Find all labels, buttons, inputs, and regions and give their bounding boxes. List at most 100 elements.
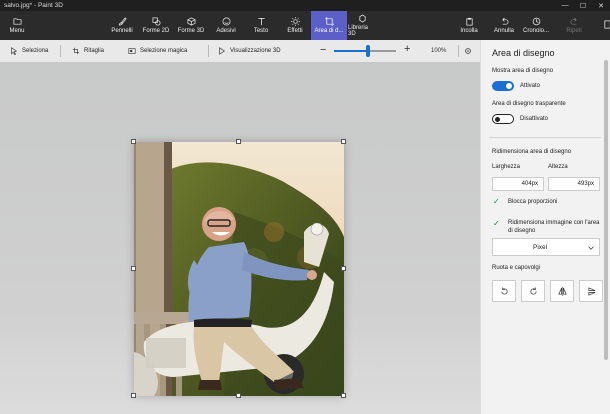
zoom-in-button[interactable]: + <box>404 44 410 55</box>
ribbon-more-button[interactable] <box>593 11 610 40</box>
ribbon-incolla-button[interactable]: Incolla <box>455 11 483 40</box>
flip-horizontal-icon <box>557 286 567 296</box>
maximize-button[interactable]: ☐ <box>574 0 592 11</box>
minimize-button[interactable]: — <box>556 0 574 11</box>
zoom-level: 100% <box>431 48 447 54</box>
selezione-magica-button[interactable]: Selezione magica <box>128 40 187 62</box>
lock-proportions-label: Blocca proporzioni <box>508 199 558 205</box>
rotate-right-button[interactable] <box>521 280 545 302</box>
transparent-toggle[interactable] <box>492 114 514 124</box>
photo-image <box>134 142 344 396</box>
cube-icon <box>187 17 195 26</box>
rotate-left-icon <box>500 286 508 295</box>
more-icon <box>603 20 610 29</box>
ribbon-cronologia-button[interactable]: Cronolo... <box>522 11 550 40</box>
folder-icon <box>13 18 21 25</box>
ribbon-pennelli-label: Pennelli <box>111 28 133 34</box>
close-button[interactable]: ✕ <box>592 0 610 11</box>
resize-label: Ridimensiona area di disegno <box>492 149 572 155</box>
ribbon-libreria3d-label: Libreria 3D <box>348 25 369 37</box>
title-bar: salvo.jpg* - Paint 3D — ☐ ✕ <box>0 0 610 11</box>
rotate-left-button[interactable] <box>492 280 516 302</box>
width-label: Larghezza <box>492 164 521 170</box>
ribbon-libreria3d-button[interactable]: Libreria 3D <box>348 11 376 40</box>
canvas-viewport[interactable] <box>0 62 480 414</box>
window-title: salvo.jpg* - Paint 3D <box>4 2 63 9</box>
seleziona-button[interactable]: Seleziona <box>10 40 48 62</box>
chevron-down-icon <box>588 246 594 250</box>
resize-handle-right[interactable] <box>341 266 346 271</box>
ribbon-incolla-label: Incolla <box>460 28 478 34</box>
transparent-label: Area di disegno trasparente <box>492 101 566 107</box>
ribbon-forme2d-label: Forme 2D <box>142 28 170 34</box>
menu-button[interactable]: Menu <box>0 11 34 40</box>
height-field[interactable]: 493px <box>548 177 600 191</box>
divider <box>60 45 61 57</box>
resize-handle-bottom-right[interactable] <box>341 393 346 398</box>
selezione-magica-label: Selezione magica <box>140 48 188 54</box>
settings-icon[interactable] <box>464 47 472 55</box>
unit-select-value: Pixel <box>533 244 548 251</box>
text-icon <box>257 17 265 26</box>
divider <box>489 137 601 138</box>
canvas-icon <box>324 17 334 26</box>
resize-image-label: Ridimensiona immagine con l'area di dise… <box>508 220 600 234</box>
show-area-toggle[interactable] <box>492 81 514 91</box>
show-area-state: Attivato <box>520 83 541 89</box>
brush-icon <box>118 17 127 26</box>
ribbon-annulla-button[interactable]: Annulla <box>490 11 518 40</box>
undo-icon <box>501 17 508 25</box>
rotate-right-icon <box>529 286 537 295</box>
zoom-out-button[interactable]: − <box>320 45 326 56</box>
flip-vertical-button[interactable] <box>579 280 603 302</box>
divider <box>208 45 209 57</box>
crop-icon <box>72 47 80 55</box>
sticker-icon <box>222 17 230 26</box>
ribbon-testo-label: Testo <box>253 28 269 34</box>
panel-scrollbar[interactable] <box>603 60 609 400</box>
ritaglia-label: Ritaglia <box>84 48 105 54</box>
visualizzazione-3d-label: Visualizzazione 3D <box>230 48 281 54</box>
ribbon-adesivi-label: Adesivi <box>216 28 236 34</box>
resize-handle-top-right[interactable] <box>341 139 346 144</box>
resize-handle-top-left[interactable] <box>131 139 136 144</box>
unit-select[interactable]: Pixel <box>492 238 600 256</box>
ribbon-pennelli-button[interactable]: Pennelli <box>108 11 136 40</box>
ribbon-effetti-button[interactable]: Effetti <box>281 11 309 40</box>
drawing-area[interactable] <box>131 139 346 398</box>
menu-label: Menu <box>9 28 25 34</box>
ribbon-annulla-label: Annulla <box>493 28 514 34</box>
rotate-label: Ruota e capovolgi <box>492 265 541 271</box>
ribbon-testo-button[interactable]: Testo <box>247 11 275 40</box>
ribbon-cronologia-label: Cronolo... <box>522 28 549 34</box>
transparent-state: Disattivato <box>520 116 549 122</box>
resize-image-check-icon[interactable]: ✓ <box>493 219 500 228</box>
ribbon-areadisegno-button[interactable]: Area di d... <box>311 11 347 40</box>
resize-handle-left[interactable] <box>131 266 136 271</box>
photo-scene <box>134 142 344 396</box>
sun-icon <box>290 17 300 26</box>
ribbon-ripeti-button[interactable]: Ripeti <box>560 11 588 40</box>
lock-proportions-check-icon[interactable]: ✓ <box>493 197 500 206</box>
divider <box>458 45 459 57</box>
ribbon-forme3d-label: Forme 3D <box>177 28 205 34</box>
height-label: Altezza <box>548 164 568 170</box>
view-3d-icon <box>219 47 225 55</box>
sub-toolbar: Seleziona Ritaglia Selezione magica Visu… <box>0 40 480 62</box>
flip-vertical-icon <box>587 286 595 296</box>
ribbon-adesivi-button[interactable]: Adesivi <box>212 11 240 40</box>
resize-handle-bottom-left[interactable] <box>131 393 136 398</box>
flip-horizontal-button[interactable] <box>550 280 574 302</box>
resize-handle-top[interactable] <box>236 139 241 144</box>
ribbon-forme3d-button[interactable]: Forme 3D <box>177 11 205 40</box>
zoom-slider[interactable] <box>334 45 396 57</box>
seleziona-label: Seleziona <box>22 48 49 54</box>
visualizzazione-3d-button[interactable]: Visualizzazione 3D <box>218 40 281 62</box>
paste-icon <box>465 17 473 26</box>
ribbon-forme2d-button[interactable]: Forme 2D <box>142 11 170 40</box>
scrollbar-thumb[interactable] <box>604 60 608 360</box>
width-field[interactable]: 404px <box>492 177 544 191</box>
resize-handle-bottom[interactable] <box>236 393 241 398</box>
zoom-slider-thumb[interactable] <box>366 45 371 57</box>
ritaglia-button[interactable]: Ritaglia <box>72 40 104 62</box>
